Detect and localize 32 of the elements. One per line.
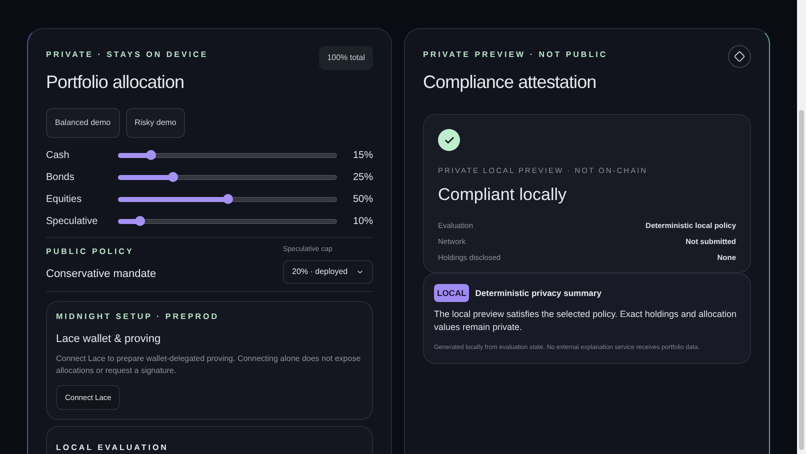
section-eyebrow: PUBLIC POLICY <box>46 246 135 258</box>
allocation-percent: 50% <box>352 192 373 206</box>
allocation-percent: 15% <box>352 148 373 162</box>
preset-button[interactable]: Balanced demo <box>46 108 120 138</box>
setup-description: Connect Lace to prepare wallet-delegated proving. Connecting alone does not expose allocations or request a signature. <box>56 353 362 377</box>
allocation-slider[interactable] <box>118 216 337 226</box>
panel-title: Compliance attestation <box>423 71 598 94</box>
result-title: Compliant locally <box>438 184 568 206</box>
asset-label: Speculative <box>46 214 99 228</box>
local-badge: LOCAL <box>434 284 470 302</box>
allocation-percent: 25% <box>352 170 373 184</box>
panel-title: Portfolio allocation <box>46 71 186 94</box>
section-eyebrow: PRIVATE · STAYS ON DEVICE <box>46 49 208 61</box>
check-icon <box>444 134 454 146</box>
section-eyebrow: LOCAL EVALUATION <box>56 443 168 452</box>
allocation-percent: 10% <box>352 214 373 228</box>
section-eyebrow: MIDNIGHT SETUP · PREPROD <box>56 310 220 322</box>
asset-label: Bonds <box>46 170 76 184</box>
summary-title: Deterministic privacy summary <box>475 286 602 300</box>
preset-button[interactable]: Risky demo <box>126 108 186 138</box>
scrollbar[interactable] <box>797 0 806 454</box>
asset-label: Cash <box>46 148 70 162</box>
asset-label: Equities <box>46 192 83 206</box>
total-badge: 100% total <box>319 46 373 70</box>
policy-name: Conservative mandate <box>46 267 156 282</box>
cap-select[interactable]: 20% · deployed <box>283 260 373 284</box>
allocation-slider[interactable] <box>118 150 337 160</box>
section-eyebrow: PRIVATE PREVIEW · NOT PUBLIC <box>423 49 608 61</box>
card-title: Lace wallet & proving <box>56 332 162 346</box>
allocation-slider[interactable] <box>118 194 337 204</box>
summary-text: The local preview satisfies the selected policy. Exact holdings and allocation values remain private. <box>434 308 738 334</box>
allocation-slider[interactable] <box>118 172 337 182</box>
